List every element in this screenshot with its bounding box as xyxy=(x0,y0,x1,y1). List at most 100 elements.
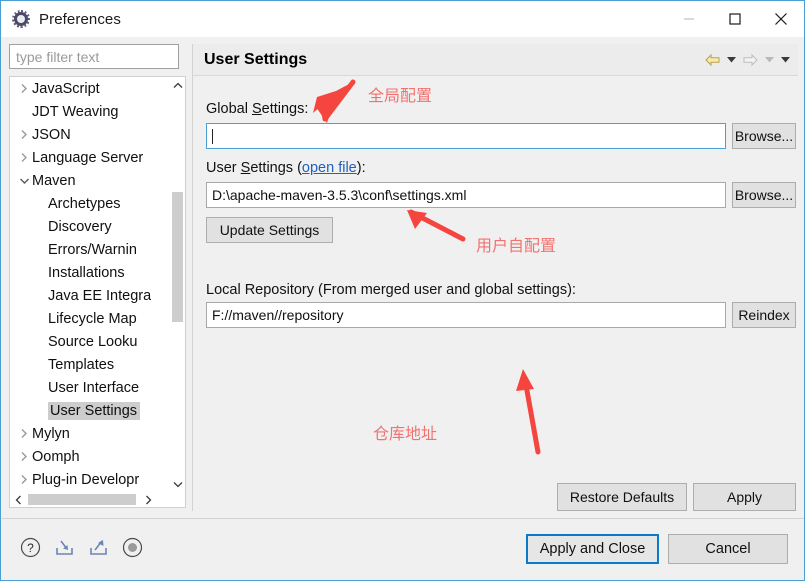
back-arrow-icon[interactable] xyxy=(702,50,722,70)
preference-page: User Settings Global Settings: Browse...… xyxy=(192,44,798,511)
cancel-button[interactable]: Cancel xyxy=(668,534,788,564)
back-menu-chevron-down-icon[interactable] xyxy=(724,50,738,70)
chevron-right-icon[interactable] xyxy=(16,83,32,94)
page-header: User Settings xyxy=(193,44,798,76)
chevron-right-icon[interactable] xyxy=(140,495,156,505)
global-settings-label-before: Global xyxy=(206,101,252,117)
restore-defaults-button[interactable]: Restore Defaults xyxy=(557,483,687,511)
tree-item-mylyn[interactable]: Mylyn xyxy=(10,422,170,445)
user-settings-label-mid: ettings ( xyxy=(250,160,302,176)
text-caret xyxy=(212,129,213,144)
local-repository-input[interactable]: F://maven//repository xyxy=(206,302,726,328)
user-settings-input[interactable]: D:\apache-maven-3.5.3\conf\settings.xml xyxy=(206,182,726,208)
annotation-text-3: 仓库地址 xyxy=(373,424,438,443)
preferences-navigation: type filter text JavaScript JDT Weaving JS… xyxy=(9,44,186,511)
tree-item-label: Oomph xyxy=(32,448,80,465)
chevron-right-icon[interactable] xyxy=(16,428,32,439)
tree-item-java-ee-integra[interactable]: Java EE Integra xyxy=(10,284,170,307)
tree-item-label: Plug-in Developr xyxy=(32,471,140,488)
global-settings-label: Global Settings: xyxy=(206,101,308,117)
tree-item-maven[interactable]: Maven xyxy=(10,169,170,192)
tree-item-label: Lifecycle Map xyxy=(48,310,137,327)
chevron-left-icon[interactable] xyxy=(10,495,26,505)
help-icon[interactable]: ? xyxy=(18,535,42,559)
chevron-right-icon[interactable] xyxy=(16,129,32,140)
dialog-body: type filter text JavaScript JDT Weaving JS… xyxy=(2,37,804,517)
user-settings-label-after: ): xyxy=(356,160,366,176)
preferences-tree: JavaScript JDT Weaving JSON Language Server… xyxy=(9,76,186,508)
tree-item-discovery[interactable]: Discovery xyxy=(10,215,170,238)
tree-item-errors-warnin[interactable]: Errors/Warnin xyxy=(10,238,170,261)
preferences-gear-icon xyxy=(12,10,30,28)
global-settings-input[interactable] xyxy=(206,123,726,149)
forward-arrow-icon xyxy=(740,50,760,70)
tree-item-label: Discovery xyxy=(48,218,112,235)
chevron-up-icon[interactable] xyxy=(170,77,185,93)
tree-item-templates[interactable]: Templates xyxy=(10,353,170,376)
tree-item-label: JavaScript xyxy=(32,80,100,97)
tree-item-label: Installations xyxy=(48,264,125,281)
chevron-down-icon[interactable] xyxy=(16,177,32,185)
apply-button[interactable]: Apply xyxy=(693,483,796,511)
tree-horizontal-scroll-thumb[interactable] xyxy=(28,494,136,505)
update-settings-button[interactable]: Update Settings xyxy=(206,217,333,243)
tree-item-plug-in-developr[interactable]: Plug-in Developr xyxy=(10,468,170,491)
user-settings-browse-button[interactable]: Browse... xyxy=(732,182,796,208)
tree-item-jdt-weaving[interactable]: JDT Weaving xyxy=(10,100,170,123)
tree-item-json[interactable]: JSON xyxy=(10,123,170,146)
tree-item-user-settings[interactable]: User Settings xyxy=(10,399,170,422)
tree-item-label: Source Looku xyxy=(48,333,138,350)
view-menu-chevron-down-icon[interactable] xyxy=(778,50,792,70)
svg-text:?: ? xyxy=(27,541,34,555)
tree-item-language-server[interactable]: Language Server xyxy=(10,146,170,169)
annotation-text-1: 全局配置 xyxy=(368,86,433,105)
tree-item-label: User Interface xyxy=(48,379,140,396)
tree-item-source-looku[interactable]: Source Looku xyxy=(10,330,170,353)
tree-item-installations[interactable]: Installations xyxy=(10,261,170,284)
tree-vertical-scrollbar[interactable] xyxy=(170,77,185,492)
tree-item-label: Archetypes xyxy=(48,195,121,212)
chevron-right-icon[interactable] xyxy=(16,152,32,163)
filter-input[interactable]: type filter text xyxy=(9,44,179,69)
annotation-arrow-3 xyxy=(516,369,541,455)
global-settings-label-mnemonic: S xyxy=(251,101,262,117)
tree-item-label: Mylyn xyxy=(32,425,70,442)
chevron-right-icon[interactable] xyxy=(16,474,32,485)
page-navigation xyxy=(702,44,792,76)
tree-item-list: JavaScript JDT Weaving JSON Language Server… xyxy=(10,77,170,492)
chevron-down-icon[interactable] xyxy=(170,476,185,492)
export-icon[interactable] xyxy=(86,535,110,559)
window-title: Preferences xyxy=(39,10,121,28)
close-icon[interactable] xyxy=(758,1,804,37)
tree-item-label: Java EE Integra xyxy=(48,287,152,304)
open-file-link[interactable]: open file xyxy=(302,160,357,176)
tree-item-label: Templates xyxy=(48,356,115,373)
chevron-right-icon[interactable] xyxy=(16,451,32,462)
global-settings-browse-button[interactable]: Browse... xyxy=(732,123,796,149)
user-settings-label-before: User xyxy=(206,160,241,176)
tree-item-oomph[interactable]: Oomph xyxy=(10,445,170,468)
minimize-icon[interactable] xyxy=(666,1,712,37)
dialog-footer: ? Apply and Close Cancel xyxy=(2,518,804,580)
global-settings-label-after: ettings: xyxy=(261,101,309,117)
tree-item-label: Maven xyxy=(32,172,76,189)
settings-form: Global Settings: Browse... User Settings… xyxy=(193,77,798,511)
tree-horizontal-scrollbar[interactable] xyxy=(10,492,185,507)
annotation-arrow-1 xyxy=(313,79,356,123)
forward-menu-chevron-down-icon xyxy=(762,50,776,70)
title-bar: Preferences xyxy=(1,1,804,37)
preferences-gear-icon[interactable] xyxy=(120,535,144,559)
apply-and-close-button[interactable]: Apply and Close xyxy=(526,534,659,564)
import-icon[interactable] xyxy=(52,535,76,559)
tree-item-user-interface[interactable]: User Interface xyxy=(10,376,170,399)
annotation-arrow-2 xyxy=(407,209,466,242)
local-repository-label: Local Repository (From merged user and g… xyxy=(206,282,576,298)
reindex-button[interactable]: Reindex xyxy=(732,302,796,328)
user-settings-label-mnemonic: S xyxy=(240,160,251,176)
tree-item-archetypes[interactable]: Archetypes xyxy=(10,192,170,215)
tree-vertical-scroll-thumb[interactable] xyxy=(172,192,183,322)
tree-item-lifecycle-map[interactable]: Lifecycle Map xyxy=(10,307,170,330)
page-title: User Settings xyxy=(204,50,308,68)
maximize-icon[interactable] xyxy=(712,1,758,37)
tree-item-javascript[interactable]: JavaScript xyxy=(10,77,170,100)
